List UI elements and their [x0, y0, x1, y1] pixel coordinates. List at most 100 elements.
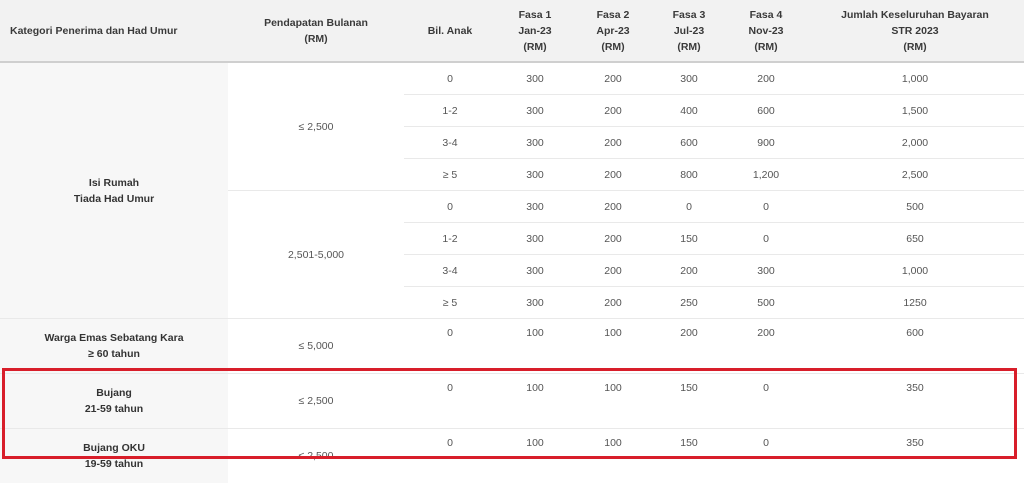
- table-cell: ≥ 5: [404, 159, 496, 191]
- header-row: Kategori Penerima dan Had Umur Pendapata…: [0, 0, 1024, 62]
- header-fasa-1-line2: Jan-23: [500, 23, 570, 39]
- table-cell: 0: [404, 374, 496, 429]
- header-bil-anak: Bil. Anak: [404, 0, 496, 62]
- table-cell: 200: [574, 191, 652, 223]
- table-cell: 0: [404, 62, 496, 95]
- table-cell: 100: [496, 319, 574, 374]
- header-fasa-2-line3: (RM): [578, 39, 648, 55]
- table-cell: 200: [574, 95, 652, 127]
- table-cell: 300: [496, 127, 574, 159]
- category-age: Tiada Had Umur: [4, 191, 224, 207]
- income-cell: ≤ 2,500: [228, 429, 404, 483]
- table-row: Isi Rumah Tiada Had Umur ≤ 2,500 0 300 2…: [0, 62, 1024, 95]
- header-fasa-2: Fasa 2 Apr-23 (RM): [574, 0, 652, 62]
- table-cell: 200: [574, 127, 652, 159]
- header-fasa-3: Fasa 3 Jul-23 (RM): [652, 0, 726, 62]
- income-cell: ≤ 2,500: [228, 62, 404, 191]
- header-fasa-4: Fasa 4 Nov-23 (RM): [726, 0, 806, 62]
- table-cell: 1-2: [404, 223, 496, 255]
- table-cell: 0: [726, 223, 806, 255]
- table-cell: 400: [652, 95, 726, 127]
- category-name: Warga Emas Sebatang Kara: [4, 330, 224, 346]
- table-cell: 200: [574, 255, 652, 287]
- table-cell: 100: [574, 374, 652, 429]
- table-cell: 300: [496, 287, 574, 319]
- table-cell: 200: [652, 255, 726, 287]
- table-cell: 800: [652, 159, 726, 191]
- table-cell: 600: [652, 127, 726, 159]
- table-cell: 300: [726, 255, 806, 287]
- table-cell: 1,500: [806, 95, 1024, 127]
- table-cell: 2,000: [806, 127, 1024, 159]
- income-cell: ≤ 2,500: [228, 374, 404, 429]
- header-fasa-3-line2: Jul-23: [656, 23, 722, 39]
- category-isi-rumah: Isi Rumah Tiada Had Umur: [0, 62, 228, 319]
- table-cell: 200: [574, 223, 652, 255]
- header-fasa-4-line1: Fasa 4: [730, 7, 802, 23]
- category-name: Isi Rumah: [4, 175, 224, 191]
- table-cell: 150: [652, 374, 726, 429]
- table-cell: 500: [726, 287, 806, 319]
- header-fasa-3-line1: Fasa 3: [656, 7, 722, 23]
- table-cell: 150: [652, 223, 726, 255]
- table-cell: 300: [496, 95, 574, 127]
- table-cell: 300: [496, 159, 574, 191]
- header-fasa-1-line3: (RM): [500, 39, 570, 55]
- table-cell: 200: [574, 159, 652, 191]
- table-cell: 200: [726, 62, 806, 95]
- table-cell: 600: [726, 95, 806, 127]
- category-age: 19-59 tahun: [4, 456, 224, 472]
- table-cell: 3-4: [404, 255, 496, 287]
- header-pendapatan-line1: Pendapatan Bulanan: [232, 15, 400, 31]
- table-cell: 1250: [806, 287, 1024, 319]
- category-warga-emas: Warga Emas Sebatang Kara ≥ 60 tahun: [0, 319, 228, 374]
- header-fasa-2-line1: Fasa 2: [578, 7, 648, 23]
- table-cell: ≥ 5: [404, 287, 496, 319]
- table-cell: 200: [574, 62, 652, 95]
- header-pendapatan-line2: (RM): [232, 31, 400, 47]
- header-jumlah: Jumlah Keseluruhan Bayaran STR 2023 (RM): [806, 0, 1024, 62]
- income-cell: 2,501-5,000: [228, 191, 404, 319]
- table-cell: 300: [496, 62, 574, 95]
- table-cell: 200: [574, 287, 652, 319]
- header-jumlah-line2: STR 2023: [810, 23, 1020, 39]
- category-bujang-oku: Bujang OKU 19-59 tahun: [0, 429, 228, 483]
- table-cell: 1,000: [806, 62, 1024, 95]
- header-kategori: Kategori Penerima dan Had Umur: [0, 0, 228, 62]
- header-fasa-2-line2: Apr-23: [578, 23, 648, 39]
- header-fasa-1: Fasa 1 Jan-23 (RM): [496, 0, 574, 62]
- header-fasa-3-line3: (RM): [656, 39, 722, 55]
- table-cell: 0: [726, 429, 806, 483]
- income-cell: ≤ 5,000: [228, 319, 404, 374]
- table-cell: 300: [496, 191, 574, 223]
- str-payment-table: Kategori Penerima dan Had Umur Pendapata…: [0, 0, 1024, 483]
- table-cell: 600: [806, 319, 1024, 374]
- table-cell: 0: [726, 191, 806, 223]
- category-name: Bujang: [4, 385, 224, 401]
- table-cell: 500: [806, 191, 1024, 223]
- table-cell: 0: [404, 191, 496, 223]
- header-pendapatan: Pendapatan Bulanan (RM): [228, 0, 404, 62]
- table-cell: 3-4: [404, 127, 496, 159]
- table-row: Warga Emas Sebatang Kara ≥ 60 tahun ≤ 5,…: [0, 319, 1024, 374]
- table-cell: 0: [652, 191, 726, 223]
- table-row: Bujang OKU 19-59 tahun ≤ 2,500 0 100 100…: [0, 429, 1024, 483]
- table-cell: 200: [726, 319, 806, 374]
- header-jumlah-line3: (RM): [810, 39, 1020, 55]
- table-cell: 650: [806, 223, 1024, 255]
- table-cell: 250: [652, 287, 726, 319]
- table-cell: 900: [726, 127, 806, 159]
- table-cell: 300: [496, 255, 574, 287]
- table-cell: 300: [652, 62, 726, 95]
- table-cell: 0: [726, 374, 806, 429]
- table-cell: 0: [404, 429, 496, 483]
- header-jumlah-line1: Jumlah Keseluruhan Bayaran: [810, 7, 1020, 23]
- table-cell: 150: [652, 429, 726, 483]
- table-cell: 1-2: [404, 95, 496, 127]
- header-fasa-4-line3: (RM): [730, 39, 802, 55]
- table-cell: 100: [574, 429, 652, 483]
- table-cell: 0: [404, 319, 496, 374]
- table-cell: 100: [496, 374, 574, 429]
- category-age: ≥ 60 tahun: [4, 346, 224, 362]
- table-row: Bujang 21-59 tahun ≤ 2,500 0 100 100 150…: [0, 374, 1024, 429]
